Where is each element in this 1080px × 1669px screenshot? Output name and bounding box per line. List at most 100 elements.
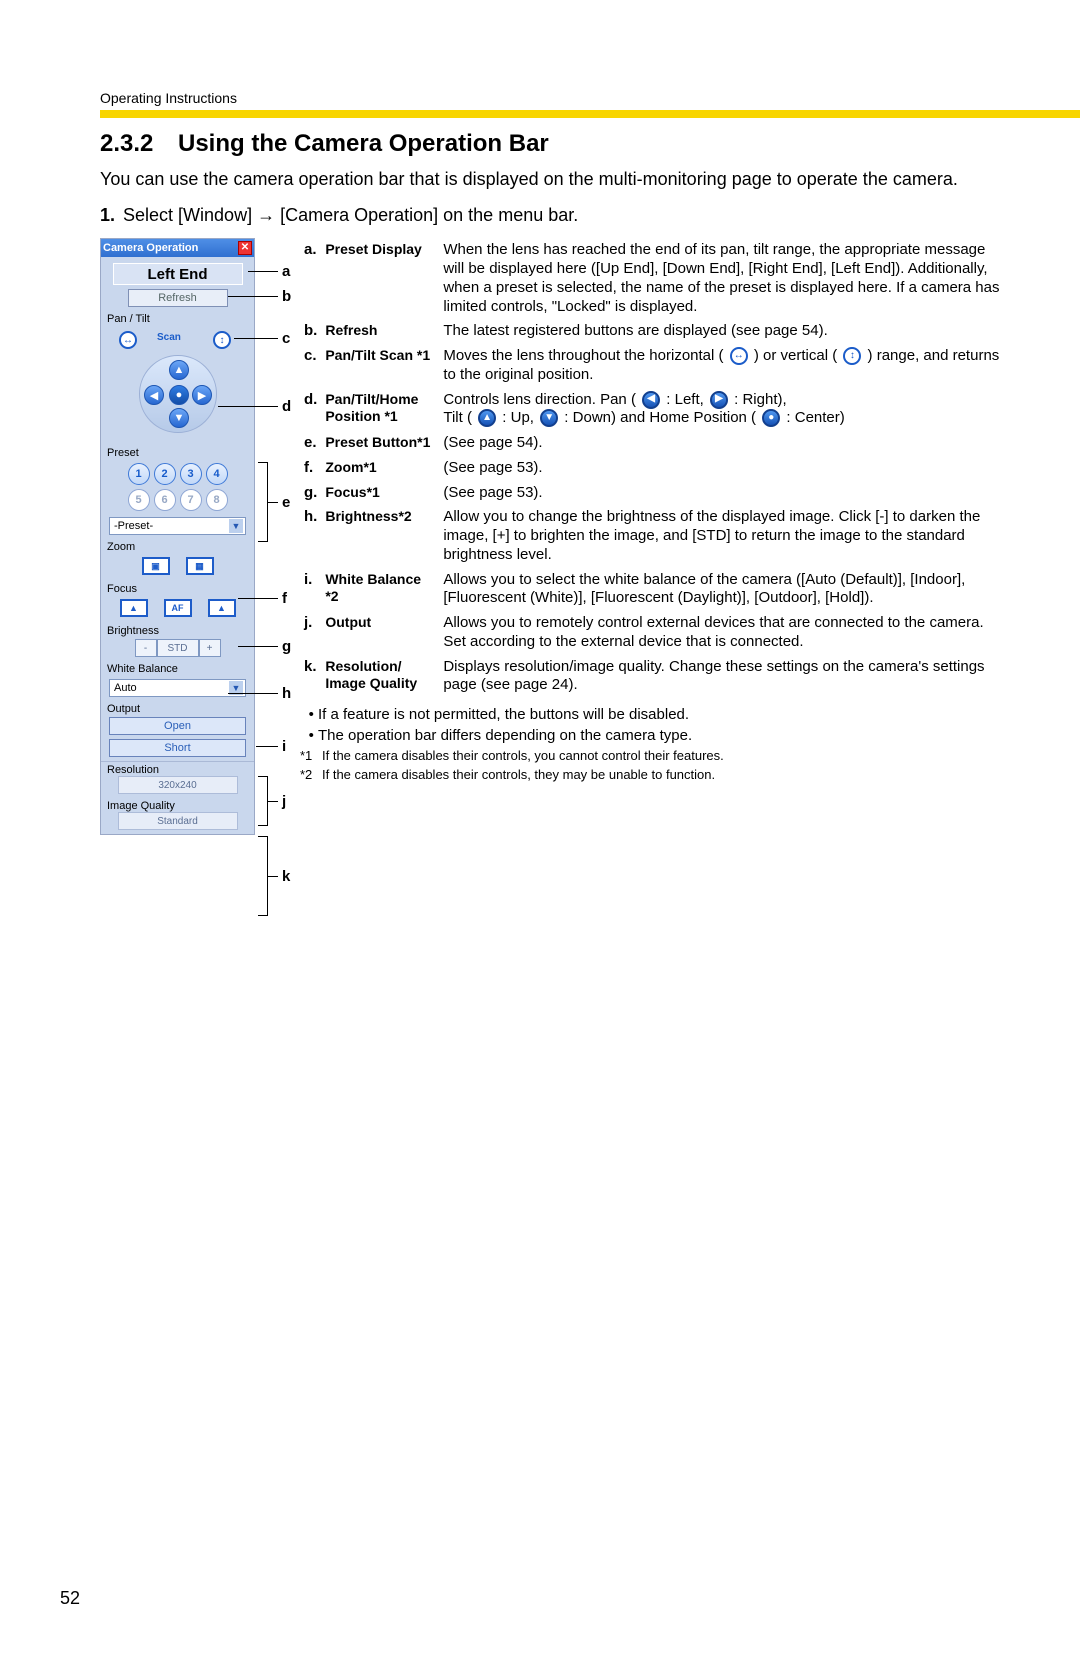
output-short-button[interactable]: Short <box>109 739 246 757</box>
def-b-term: Refresh <box>321 319 439 344</box>
def-g-term: Focus*1 <box>321 481 439 506</box>
def-c-letter: c. <box>300 344 321 388</box>
step-number: 1. <box>100 205 115 225</box>
preset-1-button[interactable]: 1 <box>128 463 150 485</box>
def-j-desc: Allows you to remotely control external … <box>439 611 1010 655</box>
scan-horizontal-icon[interactable]: ↔ <box>119 331 137 349</box>
camera-operation-window: Camera Operation ✕ Left End Refresh Pan … <box>100 238 255 835</box>
image-quality-label: Image Quality <box>101 798 254 812</box>
def-g-desc: (See page 53). <box>439 481 1010 506</box>
pan-left-button[interactable]: ◀ <box>144 385 164 405</box>
def-d-2b: : Up, <box>498 409 538 426</box>
def-a-desc: When the lens has reached the end of its… <box>439 238 1010 319</box>
focus-far-button[interactable]: ▲ <box>208 599 236 617</box>
def-h-desc: Allow you to change the brightness of th… <box>439 505 1010 567</box>
preset-5-button[interactable]: 5 <box>128 489 150 511</box>
home-center-icon: ● <box>762 409 780 427</box>
preset-dropdown[interactable]: -Preset- ▼ <box>109 517 246 535</box>
def-i-desc: Allows you to select the white balance o… <box>439 568 1010 612</box>
arrow-icon: → <box>257 205 275 225</box>
def-e-desc: (See page 54). <box>439 431 1010 456</box>
refresh-button[interactable]: Refresh <box>128 289 228 307</box>
callout-a: a <box>282 263 290 280</box>
resolution-label: Resolution <box>101 762 254 776</box>
dpad: ▲ ▼ ◀ ▶ ● <box>139 355 217 433</box>
def-i-term: White Balance *2 <box>321 568 439 612</box>
def-d-2d: : Center) <box>782 409 845 426</box>
callout-j: j <box>282 793 286 810</box>
def-a-term: Preset Display <box>321 238 439 319</box>
brightness-plus-button[interactable]: + <box>199 639 221 657</box>
footnote-2: *2If the camera disables their controls,… <box>300 767 1010 782</box>
footnote-1-label: *1 <box>300 748 322 763</box>
vertical-scan-icon: ↕ <box>843 347 861 365</box>
tilt-up-icon: ▲ <box>478 409 496 427</box>
preset-3-button[interactable]: 3 <box>180 463 202 485</box>
tilt-down-button[interactable]: ▼ <box>169 408 189 428</box>
preset-buttons: 1 2 3 4 5 6 7 8 <box>101 459 254 513</box>
def-j-term: Output <box>321 611 439 655</box>
zoom-out-button[interactable]: ▣ <box>142 557 170 575</box>
brightness-std-button[interactable]: STD <box>157 639 199 657</box>
callout-c: c <box>282 330 290 347</box>
def-c-term: Pan/Tilt Scan *1 <box>321 344 439 388</box>
callout-f: f <box>282 590 287 607</box>
callout-d: d <box>282 398 291 415</box>
output-open-button[interactable]: Open <box>109 717 246 735</box>
focus-near-button[interactable]: ▲ <box>120 599 148 617</box>
pan-right-button[interactable]: ▶ <box>192 385 212 405</box>
def-h-letter: h. <box>300 505 321 567</box>
preset-2-button[interactable]: 2 <box>154 463 176 485</box>
def-a-letter: a. <box>300 238 321 319</box>
def-e-letter: e. <box>300 431 321 456</box>
def-f-desc: (See page 53). <box>439 456 1010 481</box>
def-i-letter: i. <box>300 568 321 612</box>
step-1: 1.Select [Window] → [Camera Operation] o… <box>100 205 1010 226</box>
def-h-term: Brightness*2 <box>321 505 439 567</box>
section-number: 2.3.2 <box>100 130 178 158</box>
callout-h: h <box>282 685 291 702</box>
preset-8-button[interactable]: 8 <box>206 489 228 511</box>
intro-paragraph: You can use the camera operation bar tha… <box>100 168 1010 191</box>
tilt-up-button[interactable]: ▲ <box>169 360 189 380</box>
preset-label: Preset <box>101 445 254 459</box>
scan-label: Scan <box>157 332 181 343</box>
def-f-letter: f. <box>300 456 321 481</box>
resolution-value: 320x240 <box>118 776 238 794</box>
callout-g: g <box>282 638 291 655</box>
zoom-in-button[interactable]: ▦ <box>186 557 214 575</box>
def-d-term: Pan/Tilt/Home Position *1 <box>321 388 439 432</box>
note-bullet-2: The operation bar differs depending on t… <box>318 727 1010 744</box>
window-titlebar[interactable]: Camera Operation ✕ <box>101 239 254 257</box>
def-g-letter: g. <box>300 481 321 506</box>
def-d-1c: : Right), <box>730 391 787 408</box>
preset-4-button[interactable]: 4 <box>206 463 228 485</box>
def-c-pre: Moves the lens throughout the horizontal… <box>443 347 727 364</box>
tilt-down-icon: ▼ <box>540 409 558 427</box>
def-d-desc: Controls lens direction. Pan ( ◀ : Left,… <box>439 388 1010 432</box>
callout-i: i <box>282 738 286 755</box>
autofocus-button[interactable]: AF <box>164 599 192 617</box>
def-c-desc: Moves the lens throughout the horizontal… <box>439 344 1010 388</box>
preset-display: Left End <box>113 263 243 285</box>
def-e-term: Preset Button*1 <box>321 431 439 456</box>
preset-6-button[interactable]: 6 <box>154 489 176 511</box>
note-bullet-1: If a feature is not permitted, the butto… <box>318 706 1010 723</box>
preset-7-button[interactable]: 7 <box>180 489 202 511</box>
def-b-desc: The latest registered buttons are displa… <box>439 319 1010 344</box>
home-position-button[interactable]: ● <box>169 385 189 405</box>
header-rule <box>100 110 1080 118</box>
footnote-2-text: If the camera disables their controls, t… <box>322 767 715 782</box>
close-icon[interactable]: ✕ <box>238 241 252 255</box>
def-j-letter: j. <box>300 611 321 655</box>
footnote-1-text: If the camera disables their controls, y… <box>322 748 724 763</box>
brightness-minus-button[interactable]: - <box>135 639 157 657</box>
pan-tilt-label: Pan / Tilt <box>101 311 254 325</box>
output-label: Output <box>101 701 254 715</box>
notes-list: If a feature is not permitted, the butto… <box>300 706 1010 744</box>
image-quality-value: Standard <box>118 812 238 830</box>
scan-vertical-icon[interactable]: ↕ <box>213 331 231 349</box>
step-text-b: [Camera Operation] on the menu bar. <box>275 205 578 225</box>
white-balance-dropdown[interactable]: Auto ▼ <box>109 679 246 697</box>
running-header: Operating Instructions <box>100 90 237 106</box>
